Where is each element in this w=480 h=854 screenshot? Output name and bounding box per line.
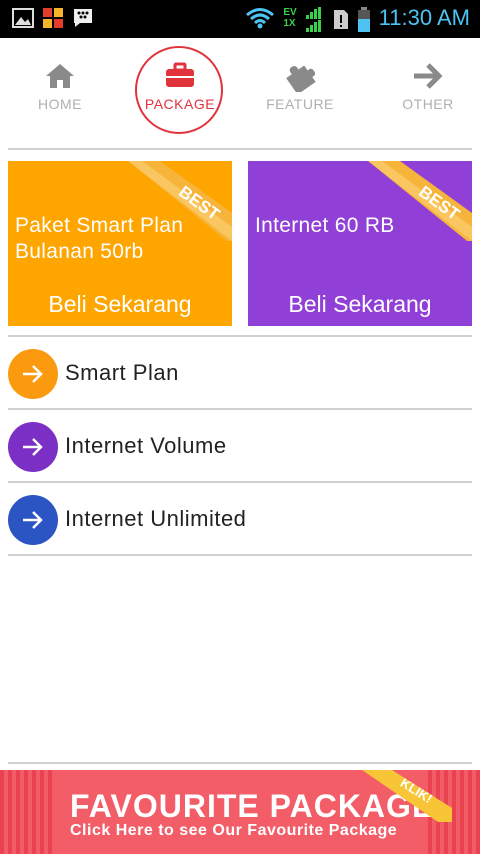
nav-tab-feature[interactable]: FEATURE bbox=[240, 38, 360, 148]
divider bbox=[8, 762, 472, 764]
top-navigation: HOME PACKAGE FEATURE OTHER bbox=[0, 38, 480, 148]
battery-icon bbox=[357, 7, 371, 32]
klik-ribbon: KLIK! bbox=[362, 770, 452, 822]
divider bbox=[8, 148, 472, 150]
wifi-icon bbox=[245, 7, 275, 29]
list-item-label: Internet Unlimited bbox=[65, 506, 247, 531]
app-grid-icon bbox=[42, 7, 64, 29]
arrow-right-circle-icon bbox=[8, 495, 58, 545]
home-icon bbox=[44, 62, 76, 94]
nav-label-package: PACKAGE bbox=[144, 96, 216, 112]
divider bbox=[8, 481, 472, 483]
list-item-internet-unlimited[interactable]: Internet Unlimited bbox=[8, 484, 472, 555]
nav-tab-package[interactable]: PACKAGE bbox=[120, 38, 240, 148]
list-item-label: Internet Volume bbox=[65, 433, 227, 458]
list-item-smart-plan[interactable]: Smart Plan bbox=[8, 338, 472, 409]
buy-now-button[interactable]: Beli Sekarang bbox=[8, 291, 232, 318]
divider bbox=[8, 335, 472, 337]
puzzle-icon bbox=[284, 62, 316, 96]
nav-label-home: HOME bbox=[38, 96, 82, 112]
divider bbox=[8, 554, 472, 556]
divider bbox=[8, 408, 472, 410]
package-card-title: Internet 60 RB bbox=[255, 214, 395, 237]
package-card-title: Paket Smart Plan Bulanan 50rb bbox=[15, 214, 184, 263]
status-bar: EV 1X 11:30 AM bbox=[0, 0, 480, 38]
list-item-internet-volume[interactable]: Internet Volume bbox=[8, 411, 472, 482]
banner-stripes-decoration bbox=[0, 770, 52, 854]
gallery-icon bbox=[12, 7, 34, 29]
buy-now-button[interactable]: Beli Sekarang bbox=[248, 291, 472, 318]
arrow-right-icon bbox=[412, 62, 444, 94]
favourite-package-banner[interactable]: FAVOURITE PACKAGE Click Here to see Our … bbox=[0, 770, 480, 854]
status-time: 11:30 AM bbox=[378, 5, 470, 30]
package-card-internet-60rb[interactable]: BEST Internet 60 RB Beli Sekarang bbox=[248, 161, 472, 326]
nav-label-other: OTHER bbox=[402, 96, 454, 112]
arrow-right-circle-icon bbox=[8, 349, 58, 399]
nav-label-feature: FEATURE bbox=[266, 96, 334, 112]
arrow-right-circle-icon bbox=[8, 422, 58, 472]
package-card-smart-plan[interactable]: BEST Paket Smart Plan Bulanan 50rb Beli … bbox=[8, 161, 232, 326]
briefcase-icon bbox=[165, 62, 195, 92]
network-type-label: EV 1X bbox=[283, 7, 297, 29]
nav-tab-other[interactable]: OTHER bbox=[368, 38, 480, 148]
nav-tab-home[interactable]: HOME bbox=[0, 38, 120, 148]
banner-subtitle: Click Here to see Our Favourite Package bbox=[70, 822, 398, 839]
list-item-label: Smart Plan bbox=[65, 360, 179, 385]
sim-alert-icon bbox=[333, 7, 349, 29]
signal-icon bbox=[305, 7, 325, 32]
blackberry-messenger-icon bbox=[72, 7, 94, 29]
